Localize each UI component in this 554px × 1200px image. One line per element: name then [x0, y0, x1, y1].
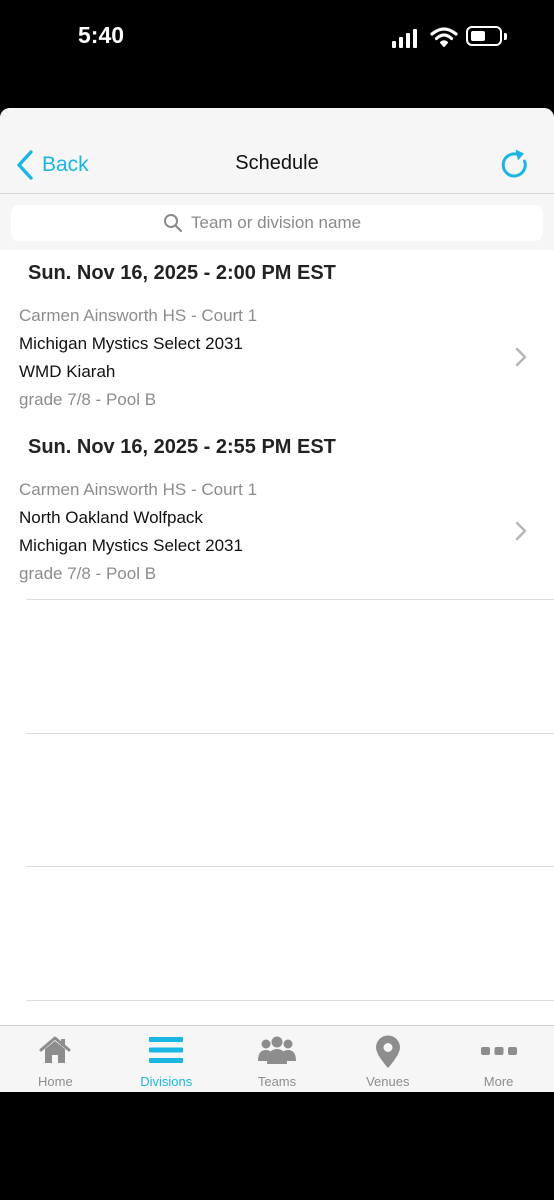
- game-team-2: Michigan Mystics Select 2031: [19, 536, 243, 555]
- menu-lines-icon: [149, 1037, 184, 1063]
- navigation-bar: Back Schedule: [0, 108, 554, 194]
- game-datetime-header: Sun. Nov 16, 2025 - 2:55 PM EST: [28, 436, 336, 458]
- battery-icon: [466, 26, 502, 46]
- chevron-right-icon: [515, 521, 527, 541]
- tab-teams[interactable]: Teams: [222, 1026, 333, 1092]
- row-separator: [26, 866, 554, 867]
- search-icon: [164, 214, 183, 233]
- tab-home[interactable]: Home: [0, 1026, 111, 1092]
- game-row[interactable]: Carmen Ainsworth HS - Court 1 North Oakl…: [0, 480, 554, 610]
- game-datetime-header: Sun. Nov 16, 2025 - 2:00 PM EST: [28, 262, 336, 284]
- game-venue: Carmen Ainsworth HS - Court 1: [19, 306, 258, 325]
- tab-label: More: [483, 1074, 514, 1089]
- game-team-1: Michigan Mystics Select 2031: [19, 334, 243, 353]
- search-bar-container: [0, 194, 554, 250]
- status-time: 5:40: [78, 22, 125, 48]
- people-icon: [257, 1036, 296, 1064]
- game-row[interactable]: Carmen Ainsworth HS - Court 1 Michigan M…: [0, 306, 554, 436]
- status-bar: 5:40: [0, 0, 554, 76]
- game-division: grade 7/8 - Pool B: [19, 564, 157, 583]
- battery-tip: [504, 33, 507, 40]
- more-dots-icon: [480, 1047, 517, 1055]
- row-separator: [26, 733, 554, 734]
- tab-more[interactable]: More: [443, 1026, 554, 1092]
- search-bar[interactable]: [11, 205, 543, 241]
- tab-bar: Home Divisions Teams Venues More: [0, 1025, 554, 1092]
- game-division: grade 7/8 - Pool B: [19, 390, 157, 409]
- status-icons: [390, 24, 510, 52]
- tab-venues[interactable]: Venues: [332, 1026, 443, 1092]
- tab-label: Venues: [366, 1074, 410, 1089]
- tab-divisions[interactable]: Divisions: [111, 1026, 222, 1092]
- home-icon: [39, 1036, 71, 1063]
- game-venue: Carmen Ainsworth HS - Court 1: [19, 480, 258, 499]
- row-separator: [26, 599, 554, 600]
- tab-label: Home: [38, 1074, 73, 1089]
- location-pin-icon: [375, 1035, 400, 1068]
- search-input[interactable]: [191, 213, 391, 233]
- refresh-icon[interactable]: [498, 148, 532, 182]
- page-title: Schedule: [235, 152, 319, 174]
- game-team-1: North Oakland Wolfpack: [19, 508, 203, 527]
- app-screen: Back Schedule Sun. Nov 16, 2025 - 2:00 P…: [0, 108, 554, 1092]
- row-separator: [26, 1000, 554, 1001]
- chevron-right-icon: [515, 347, 527, 367]
- tab-label: Divisions: [140, 1074, 193, 1089]
- wifi-icon: [430, 27, 458, 47]
- game-team-2: WMD Kiarah: [19, 362, 116, 381]
- tab-label: Teams: [257, 1074, 297, 1089]
